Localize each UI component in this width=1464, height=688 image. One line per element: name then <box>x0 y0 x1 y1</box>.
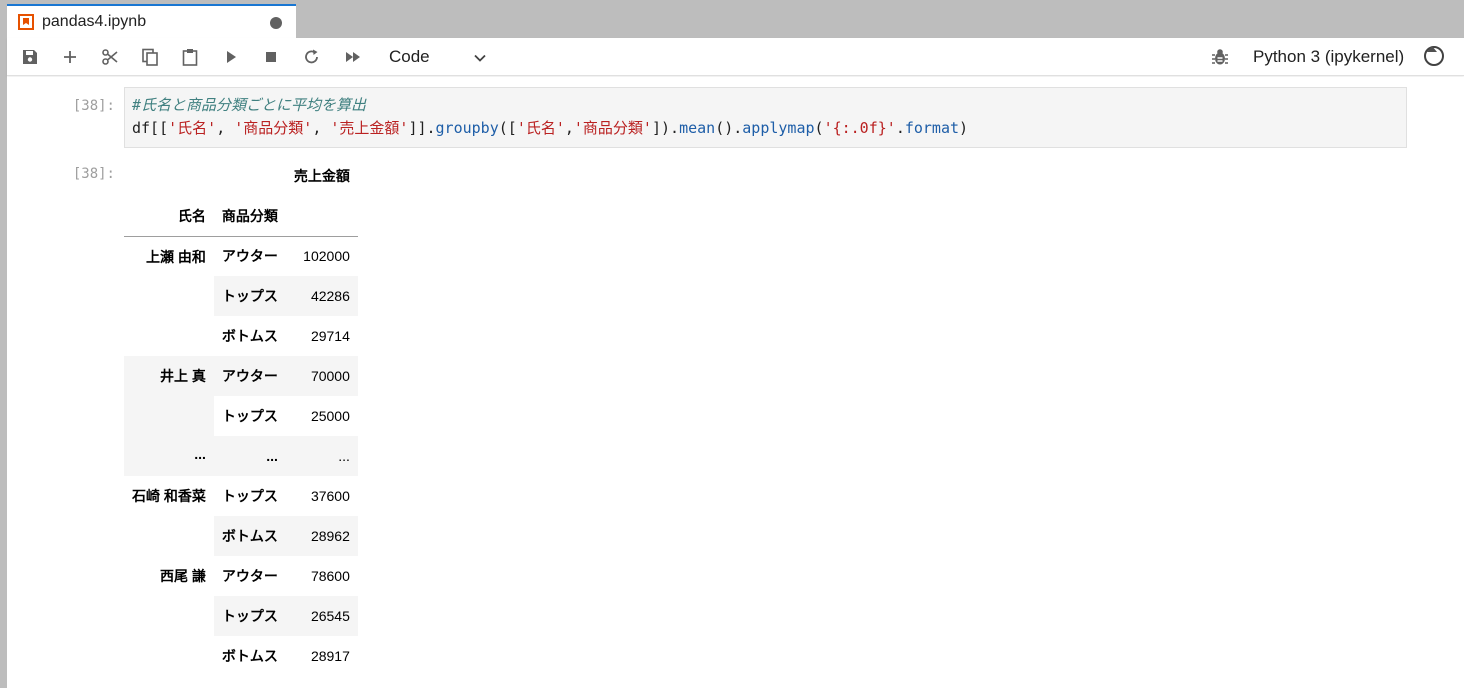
notebook-content: [38]: #氏名と商品分類ごとに平均を算出 df[['氏名', '商品分類',… <box>7 77 1427 688</box>
copy-icon <box>142 48 158 66</box>
code-string: '商品分類' <box>234 119 313 137</box>
code-comment: #氏名と商品分類ごとに平均を算出 <box>132 96 367 114</box>
code-function: format <box>904 119 960 137</box>
row-index-category: アウター <box>221 568 278 584</box>
code-editor[interactable]: #氏名と商品分類ごとに平均を算出 df[['氏名', '商品分類', '売上金額… <box>124 87 1407 148</box>
code-token: , <box>312 119 331 137</box>
run-icon <box>227 51 236 63</box>
stop-icon <box>266 52 276 62</box>
table-cell-value: 102000 <box>303 248 350 265</box>
unsaved-indicator-icon[interactable] <box>270 17 282 29</box>
notebook-icon <box>18 14 34 30</box>
dataframe-table: 売上金額 氏名 商品分類 上瀬 由和 アウター 102000 トップス 42286 ボトム… <box>124 156 358 676</box>
code-string: '商品分類' <box>573 119 652 137</box>
code-string: '売上金額' <box>330 119 409 137</box>
chevron-down-icon <box>474 54 486 62</box>
notebook-toolbar: Code Python 3 (ipykernel) <box>7 38 1464 76</box>
table-cell-value: 29714 <box>310 328 350 344</box>
scrollbar[interactable] <box>1427 77 1464 688</box>
scroll-up-arrow-icon[interactable] <box>1427 46 1437 52</box>
save-button[interactable] <box>17 45 43 69</box>
table-cell-value: 28917 <box>310 648 350 664</box>
code-token: , <box>216 119 235 137</box>
run-button[interactable] <box>218 45 244 69</box>
tab-title: pandas4.ipynb <box>42 13 147 30</box>
code-token: ]]. <box>408 119 436 137</box>
row-index-category: ボトムス <box>221 328 278 344</box>
tab-bar: pandas4.ipynb <box>0 0 1464 38</box>
add-cell-icon <box>64 51 76 63</box>
tab-notebook[interactable]: pandas4.ipynb <box>7 4 296 38</box>
row-index-category: トップス <box>221 408 278 424</box>
row-index-category: アウター <box>221 248 278 265</box>
table-row: 西尾 謙アウター 78600 <box>124 556 358 596</box>
code-string: '氏名' <box>516 119 565 137</box>
cell-type-label: Code <box>389 47 430 66</box>
restart-icon <box>305 49 318 64</box>
cut-icon <box>102 49 118 65</box>
paste-icon <box>182 49 198 66</box>
row-index-name: 上瀬 由和 <box>146 248 206 265</box>
row-index-category: トップス <box>213 596 286 636</box>
table-body: 上瀬 由和 アウター 102000 トップス 42286 ボトムス 29714 井上 真アウタ… <box>124 236 358 676</box>
row-index-category: アウター <box>213 356 286 396</box>
index-name: 商品分類 <box>213 196 286 237</box>
index-header-blank <box>285 196 358 237</box>
restart-button[interactable] <box>299 45 325 69</box>
code-token: ]). <box>651 119 680 137</box>
kernel-name[interactable]: Python 3 (ipykernel) <box>1253 47 1404 67</box>
table-row: 井上 真アウター 70000 <box>124 356 358 436</box>
row-index-category: トップス <box>213 276 286 316</box>
table-cell-value: 28962 <box>285 516 358 556</box>
interrupt-button[interactable] <box>258 45 284 69</box>
code-token: ([ <box>498 119 517 137</box>
copy-button[interactable] <box>137 45 163 69</box>
notebook-panel: Code Python 3 (ipykernel) [38]: #氏名と商品分類… <box>7 38 1464 688</box>
table-cell-value: 26545 <box>285 596 358 636</box>
table-row: 石崎 和香菜 トップス 37600 <box>124 476 358 516</box>
run-all-button[interactable] <box>340 45 366 69</box>
index-header-blank <box>124 156 214 196</box>
code-string: '{:.0f}' <box>823 119 896 137</box>
output-prompt: [38]: <box>72 166 115 182</box>
row-index-category: ボトムス <box>221 648 278 664</box>
bug-icon[interactable] <box>1210 47 1230 67</box>
row-index-category: トップス <box>221 488 278 504</box>
table-cell-value: 78600 <box>310 568 350 584</box>
table-cell-value: 37600 <box>310 488 350 504</box>
table-cell-value: ... <box>285 436 358 476</box>
cut-button[interactable] <box>97 45 123 69</box>
index-header-blank <box>214 156 286 196</box>
code-token: df[[ <box>132 119 169 137</box>
code-token: . <box>895 119 905 137</box>
save-icon <box>23 50 37 64</box>
row-index-name: 井上 真 <box>124 356 214 436</box>
table-cell-value: 42286 <box>285 276 358 316</box>
row-index-name: 石崎 和香菜 <box>132 488 206 504</box>
code-function: mean <box>679 119 716 137</box>
table-row: 上瀬 由和 アウター 102000 <box>124 236 358 276</box>
code-token: , <box>564 119 574 137</box>
code-token: (). <box>715 119 743 137</box>
table-row: ......... <box>124 436 358 476</box>
table-cell-value: 25000 <box>310 408 350 424</box>
fast-forward-icon <box>346 52 360 62</box>
paste-button[interactable] <box>177 45 203 69</box>
row-index-category: ... <box>213 436 286 476</box>
table-cell-value: 70000 <box>285 356 358 396</box>
index-name: 氏名 <box>124 196 214 237</box>
row-index-name: 西尾 謙 <box>160 568 206 584</box>
column-header: 売上金額 <box>293 168 350 184</box>
insert-cell-button[interactable] <box>57 45 83 69</box>
code-function: groupby <box>435 119 499 137</box>
row-index-category: ボトムス <box>213 516 286 556</box>
row-index-name: ... <box>124 436 214 476</box>
code-function: applymap <box>742 119 815 137</box>
code-token: ( <box>814 119 824 137</box>
code-string: '氏名' <box>168 119 217 137</box>
input-prompt: [38]: <box>72 98 115 114</box>
code-token: ) <box>959 119 969 137</box>
cell-type-dropdown[interactable]: Code <box>383 44 495 70</box>
